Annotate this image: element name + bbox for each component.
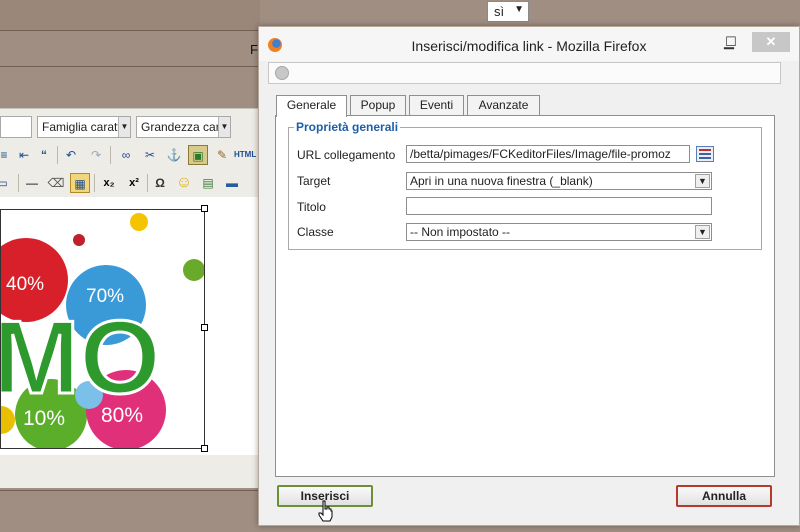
horizontal-rule-icon[interactable]: — xyxy=(22,173,42,193)
percent-40: 40% xyxy=(6,274,44,295)
superscript-icon[interactable]: x² xyxy=(124,173,144,193)
close-button[interactable]: ✕ xyxy=(752,32,790,52)
film-icon[interactable]: ▤ xyxy=(198,173,218,193)
link-icon[interactable]: ∞ xyxy=(116,145,136,165)
target-select[interactable]: Apri in una nuova finestra (_blank) ▼ xyxy=(406,172,712,190)
resize-handle[interactable] xyxy=(201,445,208,452)
resize-handle[interactable] xyxy=(201,205,208,212)
unlink-icon[interactable]: ✂ xyxy=(140,145,160,165)
table-icon[interactable]: ▭ xyxy=(0,173,12,193)
font-family-combo[interactable]: Famiglia caratt ▼ xyxy=(37,116,131,138)
undo-icon[interactable]: ↶ xyxy=(61,145,81,165)
globe-icon xyxy=(275,66,289,80)
promo-image[interactable]: 40% 70% 10% 80% MO xyxy=(0,209,205,449)
grid-icon[interactable]: ▦ xyxy=(70,173,90,193)
special-char-icon[interactable]: Ω xyxy=(150,173,170,193)
anchor-icon[interactable]: ⚓ xyxy=(164,145,184,165)
chevron-down-icon: ▼ xyxy=(514,4,524,15)
general-properties-group: Proprietà generali URL collegamento /bet… xyxy=(288,120,762,250)
rich-text-editor: Famiglia caratt ▼ Grandezza car ▼ ≡ ⇤ “ … xyxy=(0,108,258,488)
clipped-text: F xyxy=(250,42,258,57)
format-combo[interactable] xyxy=(0,116,32,138)
class-select-value: -- Non impostato -- xyxy=(410,225,511,239)
font-size-label: Grandezza car xyxy=(141,120,220,134)
chevron-down-icon: ▼ xyxy=(695,225,710,239)
chevron-down-icon: ▼ xyxy=(118,117,130,137)
language-select[interactable]: sì ▼ xyxy=(487,1,529,22)
chevron-down-icon: ▼ xyxy=(695,174,710,188)
cancel-button[interactable]: Annulla xyxy=(676,485,772,507)
tab-generale[interactable]: Generale xyxy=(276,95,347,117)
address-bar[interactable] xyxy=(268,62,781,84)
link-dialog-window: Inserisci/modifica link - Mozilla Firefo… xyxy=(258,26,800,526)
class-select[interactable]: -- Non impostato -- ▼ xyxy=(406,223,712,241)
window-title: Inserisci/modifica link - Mozilla Firefo… xyxy=(411,38,647,54)
form-field-icon[interactable]: ▬ xyxy=(222,173,242,193)
maximize-icon: ☐ xyxy=(725,34,737,49)
target-select-value: Apri in una nuova finestra (_blank) xyxy=(410,174,593,188)
close-icon: ✕ xyxy=(765,34,777,49)
language-select-value: sì xyxy=(494,4,505,19)
eraser-icon[interactable]: ⌫ xyxy=(46,173,66,193)
tab-eventi[interactable]: Eventi xyxy=(409,95,464,115)
font-family-label: Famiglia caratt xyxy=(42,120,121,134)
toolbar-row-2: ▭ — ⌫ ▦ x₂ x² Ω ☺ ▤ ▬ xyxy=(0,171,258,195)
resize-handle[interactable] xyxy=(201,324,208,331)
promo-image-graphic: 40% 70% 10% 80% MO xyxy=(1,213,204,448)
toolbar-row-1: ≡ ⇤ “ ↶ ↷ ∞ ✂ ⚓ ▣ ✎ HTML xyxy=(0,143,258,167)
title-bar[interactable]: Inserisci/modifica link - Mozilla Firefo… xyxy=(259,27,799,61)
promo-word: MO xyxy=(1,300,161,416)
html-source-icon[interactable]: HTML xyxy=(234,145,256,165)
outdent-icon[interactable]: ⇤ xyxy=(14,145,34,165)
image-icon[interactable]: ▣ xyxy=(188,145,208,165)
hand-cursor-icon xyxy=(318,500,333,522)
class-label: Classe xyxy=(297,225,334,239)
tab-avanzate[interactable]: Avanzate xyxy=(467,95,540,115)
smiley-icon[interactable]: ☺ xyxy=(174,173,194,193)
url-input[interactable]: /betta/pimages/FCKeditorFiles/Image/file… xyxy=(406,145,690,163)
redo-icon[interactable]: ↷ xyxy=(86,145,106,165)
tab-popup[interactable]: Popup xyxy=(350,95,406,115)
url-input-value: /betta/pimages/FCKeditorFiles/Image/file… xyxy=(410,147,671,161)
target-label: Target xyxy=(297,174,331,188)
subscript-icon[interactable]: x₂ xyxy=(99,173,119,193)
brush-icon[interactable]: ✎ xyxy=(212,145,232,165)
url-label: URL collegamento xyxy=(297,148,396,162)
section-title: Proprietà generali xyxy=(294,120,401,134)
maximize-button[interactable]: ☐ xyxy=(721,32,741,52)
indent-icon[interactable]: ≡ xyxy=(0,145,14,165)
browse-server-icon[interactable] xyxy=(696,146,714,162)
blockquote-icon[interactable]: “ xyxy=(34,145,54,165)
tab-panel-generale: Proprietà generali URL collegamento /bet… xyxy=(275,115,775,477)
title-label: Titolo xyxy=(297,200,326,214)
font-size-combo[interactable]: Grandezza car ▼ xyxy=(136,116,231,138)
title-input[interactable] xyxy=(406,197,712,215)
chevron-down-icon: ▼ xyxy=(218,117,230,137)
